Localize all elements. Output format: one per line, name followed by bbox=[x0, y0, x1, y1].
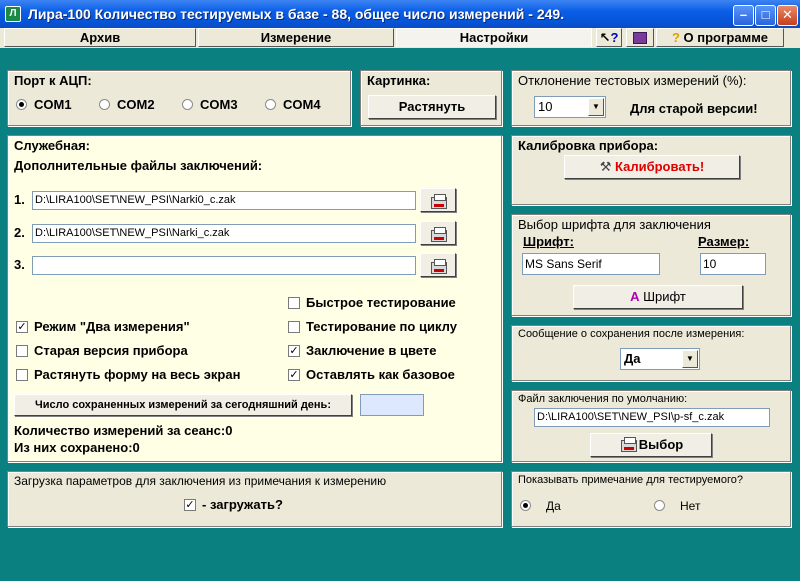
save-message-group: Сообщение о сохранения после измерения: … bbox=[511, 325, 791, 381]
tools-icon: ⚒ bbox=[599, 159, 612, 174]
radio-com1[interactable]: COM1 bbox=[16, 97, 96, 113]
extra-file-input-1[interactable]: D:\LIRA100\SET\NEW_PSI\Narki0_c.zak bbox=[32, 191, 416, 210]
tab-measurement[interactable]: Измерение bbox=[198, 28, 394, 47]
port-title: Порт к АЦП: bbox=[14, 73, 92, 88]
deviation-title: Отклонение тестовых измерений (%): bbox=[518, 73, 747, 88]
maximize-button[interactable]: □ bbox=[755, 5, 776, 26]
extra-file-input-3[interactable] bbox=[32, 256, 416, 275]
tab-strip: Архив Измерение Настройки ↖? ? О програм… bbox=[0, 28, 800, 48]
default-file-field[interactable]: D:\LIRA100\SET\NEW_PSI\p-sf_c.zak bbox=[534, 408, 770, 427]
app-icon: Л bbox=[5, 6, 21, 22]
save-message-combo[interactable]: Да ▼ bbox=[620, 348, 700, 370]
save-message-title: Сообщение о сохранения после измерения: bbox=[518, 328, 745, 340]
check-load-params[interactable]: ✓ - загружать? bbox=[184, 497, 334, 513]
question-icon: ? bbox=[671, 30, 680, 45]
choose-file-button[interactable]: Выбор bbox=[590, 433, 712, 457]
stretch-button[interactable]: Растянуть bbox=[368, 95, 496, 119]
help-button[interactable]: ↖? bbox=[596, 28, 622, 47]
saved-count: Из них сохранено:0 bbox=[14, 440, 140, 455]
font-a-icon: A bbox=[630, 289, 640, 304]
load-params-group: Загрузка параметров для заключения из пр… bbox=[7, 471, 502, 527]
check-old-device[interactable]: Старая версия прибора bbox=[16, 343, 276, 359]
font-size-field[interactable]: 10 bbox=[700, 253, 766, 275]
tab-archive[interactable]: Архив bbox=[4, 28, 196, 47]
picture-title: Картинка: bbox=[367, 73, 431, 88]
radio-show-no[interactable]: Нет bbox=[654, 498, 734, 514]
printer-icon bbox=[431, 227, 447, 242]
font-label: Шрифт: bbox=[523, 234, 574, 249]
minimize-button[interactable]: – bbox=[733, 5, 754, 26]
service-title: Служебная: bbox=[14, 138, 90, 153]
show-note-group: Показывать примечание для тестируемого? … bbox=[511, 471, 791, 527]
extra-file-input-2[interactable]: D:\LIRA100\SET\NEW_PSI\Narki_c.zak bbox=[32, 224, 416, 243]
radio-com3[interactable]: COM3 bbox=[182, 97, 262, 113]
file-num-2: 2. bbox=[14, 225, 25, 240]
old-version-note: Для старой версии! bbox=[630, 101, 758, 116]
title-bar: Л Лира-100 Количество тестируемых в базе… bbox=[0, 0, 800, 28]
printer-icon bbox=[621, 437, 637, 452]
radio-com4[interactable]: COM4 bbox=[265, 97, 345, 113]
chevron-down-icon[interactable]: ▼ bbox=[588, 98, 604, 116]
browse-button-1[interactable] bbox=[420, 188, 456, 212]
font-name-field[interactable]: MS Sans Serif bbox=[522, 253, 660, 275]
deviation-combo[interactable]: 10 ▼ bbox=[534, 96, 606, 118]
file-num-1: 1. bbox=[14, 192, 25, 207]
font-button[interactable]: A Шрифт bbox=[573, 285, 743, 309]
check-two-measurements[interactable]: ✓ Режим "Два измерения" bbox=[16, 319, 276, 335]
saved-today-field[interactable] bbox=[360, 394, 424, 416]
load-params-title: Загрузка параметров для заключения из пр… bbox=[14, 474, 387, 488]
about-button[interactable]: ? О программе bbox=[656, 28, 784, 47]
radio-com2[interactable]: COM2 bbox=[99, 97, 179, 113]
browse-button-2[interactable] bbox=[420, 221, 456, 245]
book-button[interactable] bbox=[626, 28, 654, 47]
close-button[interactable]: ✕ bbox=[777, 5, 798, 26]
printer-icon bbox=[431, 194, 447, 209]
saved-today-button[interactable]: Число сохраненных измерений за сегодняшн… bbox=[14, 394, 352, 416]
default-file-title: Файл заключения по умолчанию: bbox=[518, 393, 688, 405]
check-fast-testing[interactable]: Быстрое тестирование bbox=[288, 295, 498, 311]
port-group: Порт к АЦП: COM1 COM2 COM3 COM4 bbox=[7, 70, 351, 126]
tab-settings[interactable]: Настройки bbox=[396, 28, 592, 47]
check-cycle-testing[interactable]: Тестирование по циклу bbox=[288, 319, 498, 335]
font-select-title: Выбор шрифта для заключения bbox=[518, 217, 711, 232]
show-note-title: Показывать примечание для тестируемого? bbox=[518, 474, 743, 486]
check-keep-as-base[interactable]: ✓ Оставлять как базовое bbox=[288, 367, 498, 383]
calibrate-button[interactable]: ⚒ Калибровать! bbox=[564, 155, 740, 179]
picture-group: Картинка: Растянуть bbox=[360, 70, 502, 126]
check-fullscreen[interactable]: Растянуть форму на весь экран bbox=[16, 367, 276, 383]
printer-icon bbox=[431, 259, 447, 274]
help-cursor-icon: ↖ bbox=[599, 30, 611, 45]
font-select-group: Выбор шрифта для заключения Шрифт: Разме… bbox=[511, 214, 791, 316]
default-file-group: Файл заключения по умолчанию: D:\LIRA100… bbox=[511, 390, 791, 462]
calibration-title: Калибровка прибора: bbox=[518, 138, 659, 153]
session-count: Количество измерений за сеанс:0 bbox=[14, 423, 233, 438]
calibration-group: Калибровка прибора: ⚒ Калибровать! bbox=[511, 135, 791, 205]
book-icon bbox=[633, 32, 647, 44]
deviation-group: Отклонение тестовых измерений (%): 10 ▼ … bbox=[511, 70, 791, 126]
file-num-3: 3. bbox=[14, 257, 25, 272]
check-color-conclusion[interactable]: ✓ Заключение в цвете bbox=[288, 343, 498, 359]
window-title: Лира-100 Количество тестируемых в базе -… bbox=[28, 6, 565, 22]
extra-files-label: Дополнительные файлы заключений: bbox=[14, 158, 263, 173]
radio-show-yes[interactable]: Да bbox=[520, 498, 600, 514]
browse-button-3[interactable] bbox=[420, 253, 456, 277]
size-label: Размер: bbox=[698, 234, 750, 249]
service-group: Служебная: Дополнительные файлы заключен… bbox=[7, 135, 502, 462]
chevron-down-icon[interactable]: ▼ bbox=[682, 350, 698, 368]
